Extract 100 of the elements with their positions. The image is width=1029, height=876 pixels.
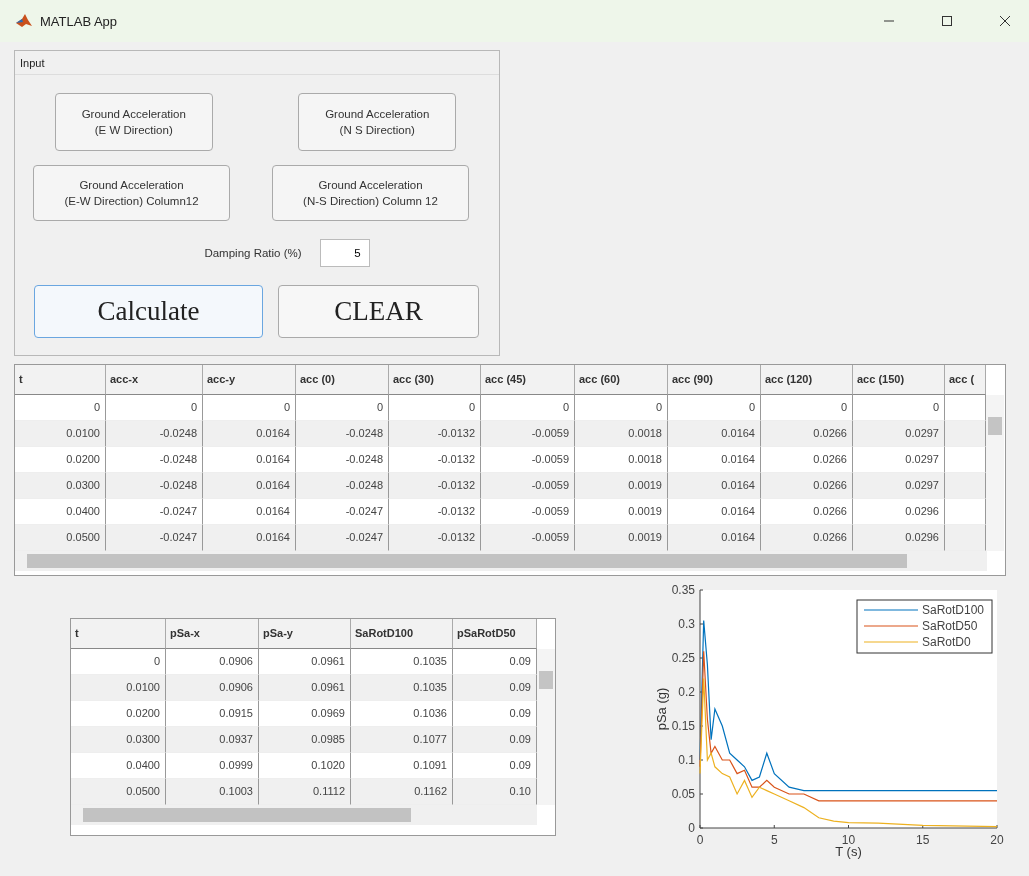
table-cell: 0.0018 <box>575 447 668 473</box>
table-cell: -0.0132 <box>389 473 481 499</box>
column-header[interactable]: t <box>15 365 106 395</box>
table-cell: 0.0985 <box>259 727 351 753</box>
column-header[interactable]: pSaRotD50 <box>453 619 537 649</box>
table-cell: 0.1003 <box>166 779 259 805</box>
table-cell <box>945 421 986 447</box>
table-cell: -0.0248 <box>296 421 389 447</box>
vertical-scrollbar[interactable] <box>986 395 1004 551</box>
table-cell: 0 <box>575 395 668 421</box>
table-cell <box>945 473 986 499</box>
table-cell: -0.0247 <box>296 525 389 551</box>
table-cell: 0.1112 <box>259 779 351 805</box>
table-cell: -0.0247 <box>106 499 203 525</box>
y-tick-label: 0.3 <box>678 617 695 631</box>
column-header[interactable]: t <box>71 619 166 649</box>
table-cell: 0.0100 <box>71 675 166 701</box>
table-cell: 0.0906 <box>166 649 259 675</box>
column-header[interactable]: acc-x <box>106 365 203 395</box>
table-cell: 0.0266 <box>761 421 853 447</box>
table-cell: 0.0164 <box>668 525 761 551</box>
table-cell: 0.0018 <box>575 421 668 447</box>
table-cell: 0.0969 <box>259 701 351 727</box>
table-cell: 0.0100 <box>15 421 106 447</box>
column-header[interactable]: acc (120) <box>761 365 853 395</box>
y-tick-label: 0.05 <box>671 787 695 801</box>
close-icon[interactable] <box>999 15 1011 27</box>
table-cell: 0.09 <box>453 675 537 701</box>
table-cell: -0.0132 <box>389 421 481 447</box>
y-tick-label: 0.35 <box>671 583 695 597</box>
table-cell: -0.0059 <box>481 499 575 525</box>
vertical-scrollbar[interactable] <box>537 649 555 805</box>
app-logo-icon <box>16 14 32 28</box>
legend-label: SaRotD100 <box>922 603 985 617</box>
column-header[interactable]: acc (30) <box>389 365 481 395</box>
load-button[interactable]: Ground Acceleration (E-W Direction) Column12 <box>33 165 230 221</box>
table-cell: 0.0961 <box>259 675 351 701</box>
load-button[interactable]: Ground Acceleration (E W Direction) <box>54 93 213 151</box>
column-header[interactable]: pSa-y <box>259 619 351 649</box>
legend-line <box>863 609 919 611</box>
table-cell: 0.0300 <box>71 727 166 753</box>
table-cell: 0.0200 <box>71 701 166 727</box>
table-cell: -0.0248 <box>296 473 389 499</box>
damping-field[interactable]: 5 <box>319 239 370 267</box>
table-cell: -0.0248 <box>296 447 389 473</box>
column-header[interactable]: acc-y <box>203 365 296 395</box>
horizontal-scrollbar[interactable] <box>71 805 537 825</box>
load-button[interactable]: Ground Acceleration (N S Direction) <box>298 93 457 151</box>
x-tick-label: 20 <box>990 833 1004 847</box>
table-cell: -0.0059 <box>481 421 575 447</box>
maximize-icon[interactable] <box>941 15 953 27</box>
table-cell: 0.0200 <box>15 447 106 473</box>
column-header[interactable]: acc ( <box>945 365 986 395</box>
table-cell: 0 <box>203 395 296 421</box>
column-header[interactable]: acc (0) <box>296 365 389 395</box>
table-cell: 0.0164 <box>668 499 761 525</box>
table-cell: 0 <box>71 649 166 675</box>
table-cell: 0.0164 <box>203 525 296 551</box>
column-header[interactable]: pSa-x <box>166 619 259 649</box>
table-cell: -0.0247 <box>106 525 203 551</box>
horizontal-scrollbar[interactable] <box>15 551 987 571</box>
table-cell: 0.0019 <box>575 499 668 525</box>
table-cell: 0.10 <box>453 779 537 805</box>
column-header[interactable]: SaRotD100 <box>351 619 453 649</box>
table-cell: -0.0248 <box>106 473 203 499</box>
column-header[interactable]: acc (45) <box>481 365 575 395</box>
y-tick-label: 0.2 <box>678 685 695 699</box>
table-cell: 0.09 <box>453 649 537 675</box>
column-header[interactable]: acc (90) <box>668 365 761 395</box>
x-tick-label: 0 <box>696 833 704 847</box>
table-cell: -0.0132 <box>389 499 481 525</box>
table-cell: 0 <box>15 395 106 421</box>
table-cell: 0.1035 <box>351 675 453 701</box>
x-tick-label: 10 <box>841 833 856 847</box>
table-cell: 0.09 <box>453 727 537 753</box>
load-button[interactable]: Ground Acceleration (N-S Direction) Column 12 <box>272 165 469 221</box>
table-cell: 0.0019 <box>575 473 668 499</box>
column-header[interactable]: acc (150) <box>853 365 945 395</box>
x-tick-label: 5 <box>770 833 778 847</box>
column-header[interactable]: acc (60) <box>575 365 668 395</box>
x-axis-label: T (s) <box>835 844 862 859</box>
table-cell: 0 <box>481 395 575 421</box>
table-cell: 0.0164 <box>203 447 296 473</box>
table-cell: 0.0400 <box>71 753 166 779</box>
table-cell: -0.0059 <box>481 447 575 473</box>
table-cell: 0 <box>761 395 853 421</box>
table-cell: -0.0059 <box>481 525 575 551</box>
table-cell: 0 <box>106 395 203 421</box>
table-cell: 0.0500 <box>15 525 106 551</box>
table-cell: 0 <box>389 395 481 421</box>
table-cell: 0.0164 <box>668 421 761 447</box>
calculate-button[interactable]: Calculate <box>34 285 263 338</box>
clear-button[interactable]: CLEAR <box>278 285 479 338</box>
table-cell: 0.0164 <box>203 421 296 447</box>
table-cell: 0.0300 <box>15 473 106 499</box>
table-cell: -0.0132 <box>389 447 481 473</box>
damping-label: Damping Ratio (%) <box>204 247 302 259</box>
table-cell: 0.0500 <box>71 779 166 805</box>
table-cell: 0.0297 <box>853 421 945 447</box>
table-cell: 0.1035 <box>351 649 453 675</box>
